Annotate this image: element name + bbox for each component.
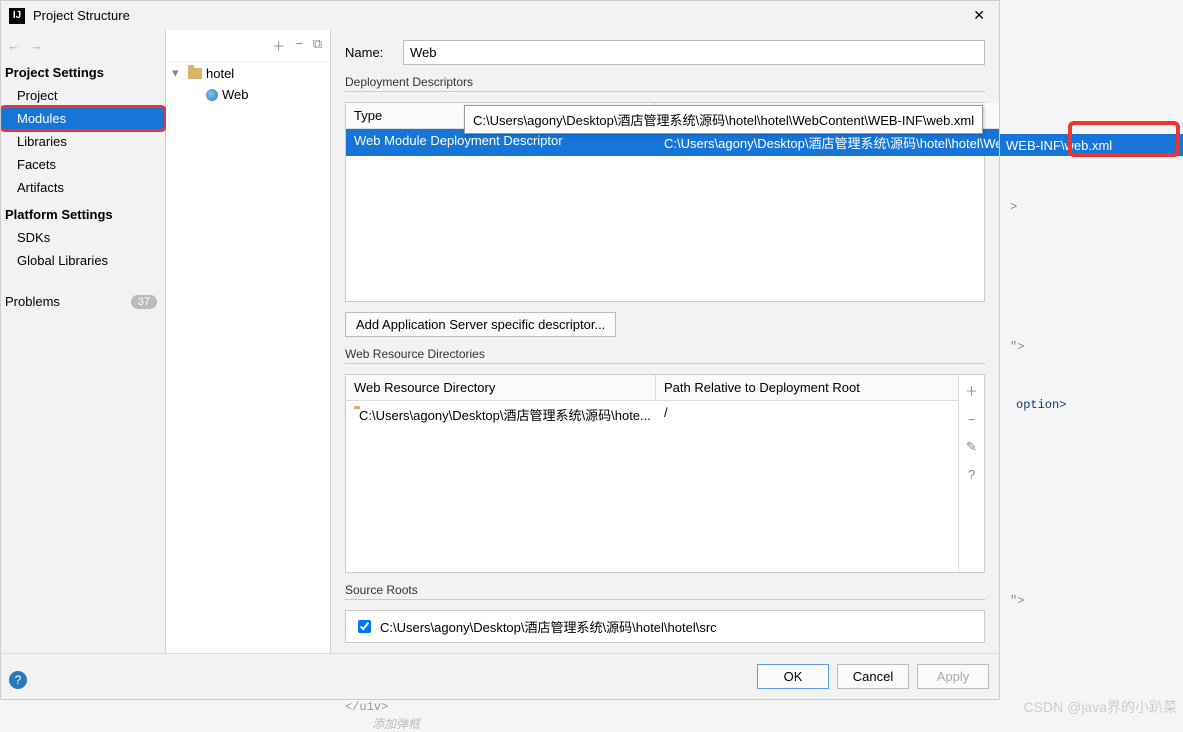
col-path-rel[interactable]: Path Relative to Deployment Root (656, 375, 958, 400)
tree-node-hotel[interactable]: ▾ hotel (166, 62, 330, 84)
col-wrd[interactable]: Web Resource Directory (346, 375, 656, 400)
source-root-row[interactable]: C:\Users\agony\Desktop\酒店管理系统\源码\hotel\h… (345, 610, 985, 643)
tree-node-label: Web (222, 87, 249, 102)
deploy-descriptors-label: Deployment Descriptors (345, 75, 985, 92)
nav-problems-label: Problems (5, 294, 60, 309)
cell-path-rel: / (656, 401, 958, 428)
nav-project[interactable]: Project (1, 84, 165, 107)
bg-code: option> (1016, 398, 1066, 412)
bg-code: </u1v> (345, 700, 388, 714)
apply-button[interactable]: Apply (917, 664, 989, 689)
deploy-descriptors-table: Type Web Module Deployment Descriptor C:… (345, 102, 985, 302)
ok-button[interactable]: OK (757, 664, 829, 689)
nav-sdks[interactable]: SDKs (1, 226, 165, 249)
web-icon (206, 89, 218, 101)
nav-modules[interactable]: Modules (1, 107, 165, 130)
tree-node-web[interactable]: Web (166, 84, 330, 105)
project-structure-dialog: IJ Project Structure ✕ ← → Project Setti… (0, 0, 1000, 700)
web-resource-row[interactable]: C:\Users\agony\Desktop\酒店管理系统\源码\hote...… (346, 401, 958, 428)
nav-problems[interactable]: Problems 37 (1, 288, 165, 313)
add-server-descriptor-button[interactable]: Add Application Server specific descript… (345, 312, 616, 337)
help-row-icon[interactable]: ? (968, 467, 975, 482)
source-roots-label: Source Roots (345, 583, 985, 600)
bg-code: "> (1010, 340, 1024, 354)
nav-global-libraries[interactable]: Global Libraries (1, 249, 165, 272)
nav-artifacts[interactable]: Artifacts (1, 176, 165, 199)
name-input[interactable] (403, 40, 985, 65)
close-icon[interactable]: ✕ (967, 5, 991, 26)
nav-back-icon[interactable]: ← (7, 38, 20, 53)
dialog-buttons: OK Cancel Apply (1, 653, 999, 699)
selected-row-overflow: WEB-INF\web.xml (1000, 134, 1183, 156)
left-nav: ← → Project Settings Project Modules Lib… (1, 30, 166, 653)
nav-facets[interactable]: Facets (1, 153, 165, 176)
cancel-button[interactable]: Cancel (837, 664, 909, 689)
web-resource-label: Web Resource Directories (345, 347, 985, 364)
dialog-title: Project Structure (33, 8, 967, 23)
folder-icon (188, 68, 202, 79)
expand-icon[interactable]: ▾ (172, 65, 184, 81)
titlebar: IJ Project Structure ✕ (1, 1, 999, 30)
module-tree-panel: ＋ − ⧉ ▾ hotel Web (166, 30, 331, 653)
source-root-path: C:\Users\agony\Desktop\酒店管理系统\源码\hotel\h… (380, 617, 717, 636)
remove-row-icon[interactable]: − (968, 412, 976, 427)
help-icon[interactable]: ? (9, 671, 27, 689)
bg-code: "> (1010, 594, 1024, 608)
path-tooltip: C:\Users\agony\Desktop\酒店管理系统\源码\hotel\h… (464, 105, 983, 134)
bg-code: > (1010, 200, 1017, 214)
facet-editor: Name: Deployment Descriptors Type Web Mo… (331, 30, 999, 653)
problems-count-badge: 37 (131, 295, 157, 309)
add-row-icon[interactable]: ＋ (965, 381, 978, 400)
watermark: CSDN @java界的小趴菜 (1024, 697, 1177, 717)
app-logo-icon: IJ (9, 8, 25, 24)
tree-node-label: hotel (206, 66, 234, 81)
source-root-checkbox[interactable] (358, 620, 371, 633)
nav-forward-icon[interactable]: → (30, 38, 43, 53)
bg-code: 添加弹框 (372, 715, 420, 732)
cell-dir: C:\Users\agony\Desktop\酒店管理系统\源码\hote... (359, 405, 651, 424)
remove-icon[interactable]: − (295, 36, 303, 55)
nav-libraries[interactable]: Libraries (1, 130, 165, 153)
copy-icon[interactable]: ⧉ (313, 36, 322, 55)
name-label: Name: (345, 45, 395, 60)
nav-section-platform: Platform Settings (1, 199, 165, 226)
edit-row-icon[interactable]: ✎ (966, 439, 977, 455)
web-resource-table: Web Resource Directory Path Relative to … (345, 374, 985, 574)
add-icon[interactable]: ＋ (272, 36, 285, 55)
nav-section-project: Project Settings (1, 57, 165, 84)
